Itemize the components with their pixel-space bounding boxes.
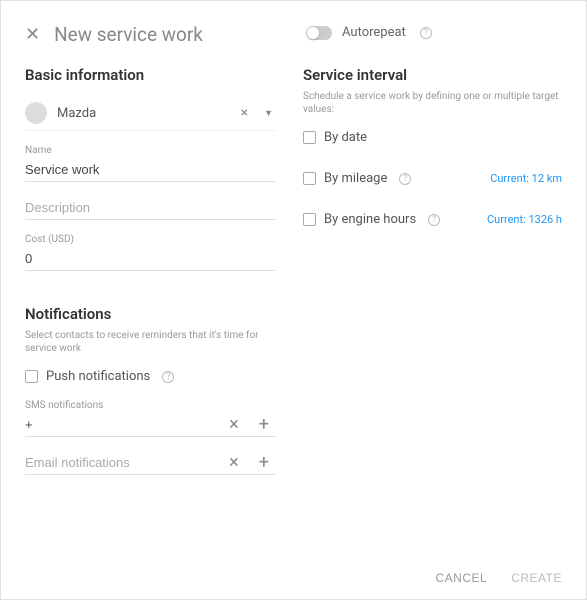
clear-vehicle-icon[interactable]: × bbox=[237, 105, 252, 121]
remove-email-icon[interactable]: × bbox=[223, 454, 245, 472]
sms-label: SMS notifications bbox=[25, 400, 275, 411]
name-field: Name bbox=[25, 145, 275, 182]
help-icon[interactable]: ? bbox=[420, 27, 432, 39]
sms-input[interactable] bbox=[25, 413, 215, 436]
interval-subtitle: Schedule a service work by defining one … bbox=[303, 90, 562, 116]
autorepeat-label: Autorepeat bbox=[342, 25, 406, 40]
dialog-header: ✕ New service work bbox=[25, 23, 562, 46]
by-engine-row: By engine hours ? Current: 1326 h bbox=[303, 212, 562, 227]
push-notifications-row: Push notifications ? bbox=[25, 369, 275, 384]
by-mileage-checkbox[interactable] bbox=[303, 172, 316, 185]
cost-input[interactable] bbox=[25, 247, 275, 271]
dialog-title: New service work bbox=[54, 23, 203, 46]
push-checkbox[interactable] bbox=[25, 370, 38, 383]
name-label: Name bbox=[25, 145, 275, 156]
notifications-section: Notifications Select contacts to receive… bbox=[25, 305, 275, 475]
email-field: × + bbox=[25, 451, 275, 475]
right-column: Service interval Schedule a service work… bbox=[303, 66, 562, 489]
vehicle-select[interactable]: Mazda × ▼ bbox=[25, 96, 275, 131]
create-button[interactable]: CREATE bbox=[511, 571, 562, 585]
help-icon[interactable]: ? bbox=[428, 214, 440, 226]
autorepeat-toggle[interactable] bbox=[306, 26, 332, 40]
description-input[interactable] bbox=[25, 196, 275, 220]
by-engine-label: By engine hours bbox=[324, 212, 416, 227]
vehicle-avatar bbox=[25, 102, 47, 124]
by-date-checkbox[interactable] bbox=[303, 131, 316, 144]
push-label: Push notifications bbox=[46, 369, 150, 384]
interval-title: Service interval bbox=[303, 66, 562, 84]
mileage-current: Current: 12 km bbox=[490, 172, 562, 185]
help-icon[interactable]: ? bbox=[162, 371, 174, 383]
add-email-icon[interactable]: + bbox=[253, 454, 275, 472]
close-icon[interactable]: ✕ bbox=[25, 26, 40, 44]
add-sms-icon[interactable]: + bbox=[253, 416, 275, 434]
new-service-work-dialog: ✕ New service work Autorepeat ? Basic in… bbox=[0, 0, 587, 600]
by-mileage-row: By mileage ? Current: 12 km bbox=[303, 171, 562, 186]
chevron-down-icon[interactable]: ▼ bbox=[262, 108, 275, 119]
help-icon[interactable]: ? bbox=[399, 173, 411, 185]
by-mileage-label: By mileage bbox=[324, 171, 387, 186]
sms-field: SMS notifications × + bbox=[25, 400, 275, 437]
cost-label: Cost (USD) bbox=[25, 234, 275, 245]
description-field bbox=[25, 196, 275, 220]
notifications-title: Notifications bbox=[25, 305, 275, 323]
engine-current: Current: 1326 h bbox=[487, 213, 562, 226]
cancel-button[interactable]: CANCEL bbox=[436, 571, 488, 585]
basic-info-title: Basic information bbox=[25, 66, 275, 84]
notifications-subtitle: Select contacts to receive reminders tha… bbox=[25, 329, 275, 355]
cost-field: Cost (USD) bbox=[25, 234, 275, 271]
by-date-label: By date bbox=[324, 130, 367, 145]
left-column: Basic information Mazda × ▼ Name Cost (U… bbox=[25, 66, 275, 489]
vehicle-name: Mazda bbox=[57, 106, 227, 121]
remove-sms-icon[interactable]: × bbox=[223, 416, 245, 434]
name-input[interactable] bbox=[25, 158, 275, 182]
email-input[interactable] bbox=[25, 451, 215, 474]
by-engine-checkbox[interactable] bbox=[303, 213, 316, 226]
autorepeat-control: Autorepeat ? bbox=[306, 25, 432, 40]
by-date-row: By date bbox=[303, 130, 562, 145]
dialog-footer: CANCEL CREATE bbox=[436, 571, 562, 585]
